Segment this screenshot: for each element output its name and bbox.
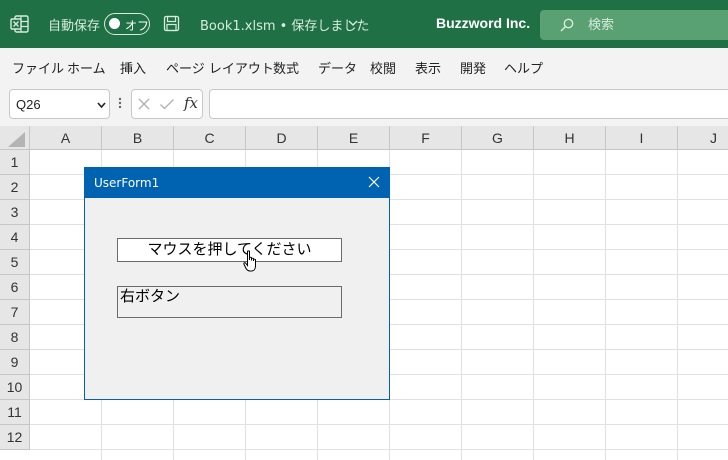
userform-title: UserForm1 [94,176,160,190]
gridline [461,150,462,460]
menu-developer[interactable]: 開発 [460,58,486,77]
column-header-h[interactable]: H [534,126,606,150]
result-textbox[interactable]: 右ボタン [117,286,342,318]
formula-tools: fx [131,89,203,119]
close-icon[interactable] [368,176,380,188]
search-input[interactable] [588,15,718,35]
menu-page-layout[interactable]: ページ レイアウト [166,58,274,77]
gridline [677,150,678,460]
cancel-icon[interactable] [137,97,151,111]
row-header-11[interactable]: 11 [0,400,30,425]
name-box-value: Q26 [16,97,41,112]
row-header-5[interactable]: 5 [0,250,30,275]
row-header-8[interactable]: 8 [0,325,30,350]
search-box[interactable] [540,10,728,40]
column-header-c[interactable]: C [174,126,246,150]
menu-formulas[interactable]: 数式 [273,58,299,77]
more-options-icon[interactable] [116,95,124,111]
excel-app-icon[interactable] [10,14,30,34]
formula-input[interactable] [209,89,728,119]
click-target-label[interactable]: マウスを押してください [117,238,342,262]
autosave-state: オフ [125,19,150,33]
account-name[interactable]: Buzzword Inc. [436,15,530,31]
menu-review[interactable]: 校閲 [370,58,396,77]
column-header-i[interactable]: I [606,126,678,150]
column-header-e[interactable]: E [318,126,390,150]
name-box[interactable]: Q26 [9,89,110,119]
document-title[interactable]: Book1.xlsm • 保存しました [200,15,369,34]
enter-icon[interactable] [159,97,175,111]
fx-icon[interactable]: fx [184,94,198,112]
column-header-g[interactable]: G [462,126,534,150]
menu-file[interactable]: ファイル [12,58,64,77]
row-header-3[interactable]: 3 [0,200,30,225]
gridline [30,424,728,425]
title-bar: 自動保存 オフ Book1.xlsm • 保存しました Buzzword Inc… [0,0,728,48]
formula-bar: Q26 fx [0,85,728,126]
select-all-button[interactable] [0,126,30,150]
userform-dialog: UserForm1 マウスを押してください 右ボタン [84,167,390,400]
column-header-f[interactable]: F [390,126,462,150]
row-header-2[interactable]: 2 [0,175,30,200]
menu-data[interactable]: データ [318,58,357,77]
row-header-4[interactable]: 4 [0,225,30,250]
row-header-9[interactable]: 9 [0,350,30,375]
column-header-b[interactable]: B [102,126,174,150]
column-header-d[interactable]: D [246,126,318,150]
save-icon[interactable] [163,15,180,32]
gridline [30,449,728,450]
row-header-12[interactable]: 12 [0,425,30,450]
menu-view[interactable]: 表示 [415,58,441,77]
row-header-7[interactable]: 7 [0,300,30,325]
mouse-cursor-icon [243,250,256,272]
autosave-label: 自動保存 [48,19,101,34]
userform-titlebar[interactable]: UserForm1 [85,168,389,198]
select-all-icon [8,132,25,147]
gridline [533,150,534,460]
row-header-10[interactable]: 10 [0,375,30,400]
autosave-toggle[interactable]: オフ [104,13,150,35]
toggle-knob [109,18,120,29]
menu-home[interactable]: ホーム [67,58,106,77]
chevron-down-icon[interactable] [97,102,106,108]
search-icon [560,18,574,32]
gridline [605,150,606,460]
row-header-6[interactable]: 6 [0,275,30,300]
column-header-a[interactable]: A [30,126,102,150]
column-header-j[interactable]: J [678,126,728,150]
menu-bar: ファイル ホーム 挿入 ページ レイアウト 数式 データ 校閲 表示 開発 ヘル… [0,48,728,85]
row-header-1[interactable]: 1 [0,150,30,175]
menu-help[interactable]: ヘルプ [504,58,543,77]
chevron-down-icon[interactable] [348,19,358,27]
menu-insert[interactable]: 挿入 [120,58,146,77]
